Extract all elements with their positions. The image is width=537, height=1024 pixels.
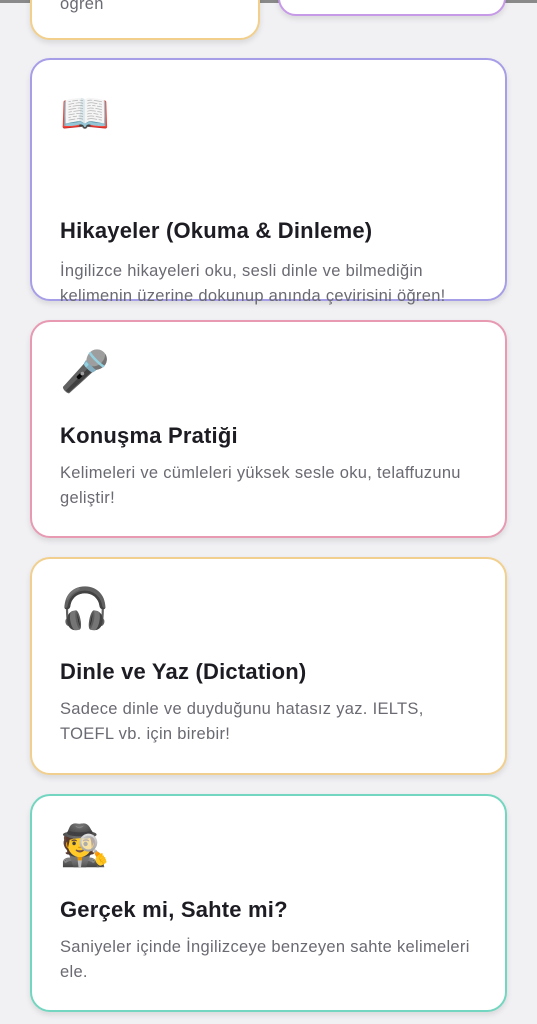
- stories-card[interactable]: 📖 Hikayeler (Okuma & Dinleme) İngilizce …: [30, 58, 507, 305]
- dictation-card-title: Dinle ve Yaz (Dictation): [60, 659, 307, 684]
- real-or-fake-card[interactable]: 🕵️ Gerçek mi, Sahte mi? Saniyeler içinde…: [30, 794, 507, 1012]
- speaking-practice-card[interactable]: 🎤 Konuşma Pratiği Kelimeleri ve cümleler…: [30, 320, 507, 538]
- headphones-icon: 🎧: [60, 587, 110, 631]
- detective-icon: 🕵️: [60, 824, 110, 868]
- microphone-icon: 🎤: [60, 350, 110, 394]
- speaking-practice-card-title: Konuşma Pratiği: [60, 423, 238, 448]
- stories-card-title: Hikayeler (Okuma & Dinleme): [60, 218, 373, 243]
- stories-card-description: İngilizce hikayeleri oku, sesli dinle ve…: [60, 262, 446, 305]
- partial-card-left-description: öğren: [60, 0, 104, 13]
- dictation-card[interactable]: 🎧 Dinle ve Yaz (Dictation) Sadece dinle …: [30, 557, 507, 775]
- real-or-fake-card-description: Saniyeler içinde İngilizceye benzeyen sa…: [60, 938, 470, 981]
- partial-card-right[interactable]: [278, 0, 506, 16]
- speaking-practice-card-description: Kelimeleri ve cümleleri yüksek sesle oku…: [60, 464, 461, 507]
- partial-card-left[interactable]: öğren: [30, 0, 260, 40]
- real-or-fake-card-title: Gerçek mi, Sahte mi?: [60, 897, 288, 922]
- dictation-card-description: Sadece dinle ve duyduğunu hatasız yaz. I…: [60, 700, 424, 743]
- open-book-icon: 📖: [60, 92, 110, 136]
